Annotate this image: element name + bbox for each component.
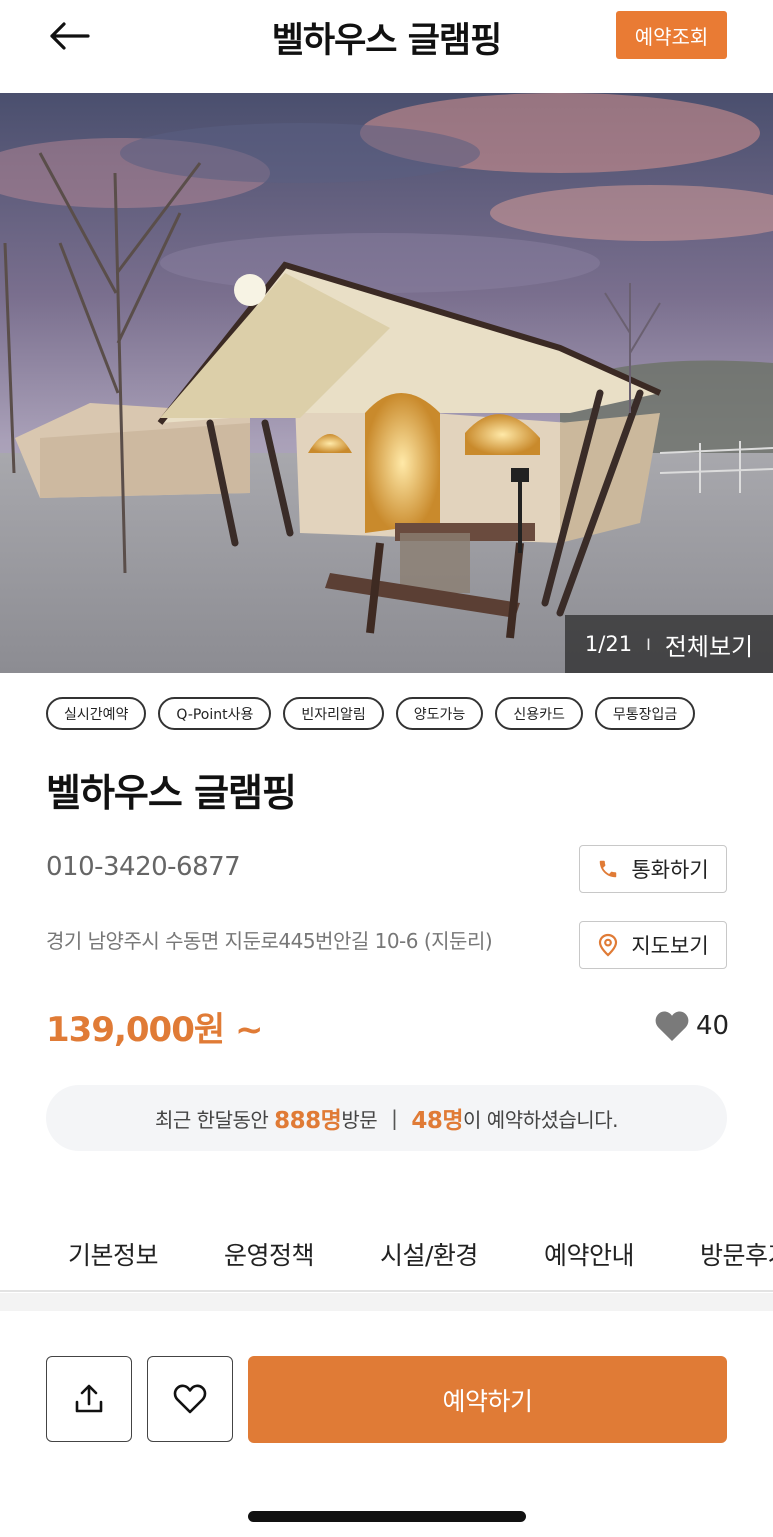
tag-qpoint: Q-Point사용 (158, 697, 272, 730)
tag-vacancy-alert: 빈자리알림 (283, 697, 384, 730)
detail-tabs: 기본정보 운영정책 시설/환경 예약안내 방문후기 (0, 1218, 773, 1292)
share-icon (75, 1384, 103, 1413)
book-now-button[interactable]: 예약하기 (248, 1356, 727, 1443)
tab-reviews[interactable]: 방문후기 (700, 1236, 773, 1272)
heart-outline-icon (173, 1384, 207, 1414)
phone-icon (600, 860, 617, 878)
book-suffix: 이 예약하셨습니다. (463, 1107, 618, 1132)
glamping-tent-photo (0, 93, 773, 673)
tab-operation-policy[interactable]: 운영정책 (224, 1236, 315, 1272)
tag-credit-card: 신용카드 (495, 697, 583, 730)
place-name: 벨하우스 글램핑 (46, 771, 297, 815)
share-button[interactable] (46, 1356, 132, 1442)
price: 139,000원 ~ (46, 1010, 263, 1050)
heart-filled-icon (655, 1011, 689, 1041)
call-button-label: 통화하기 (631, 858, 709, 882)
like-count[interactable]: 40 (654, 1010, 729, 1042)
call-button[interactable]: 통화하기 (579, 845, 727, 893)
booker-count: 48명 (411, 1108, 464, 1134)
visit-stats-banner: 최근 한달동안 888명 방문 | 48명 이 예약하셨습니다. (46, 1085, 727, 1151)
favorite-button[interactable] (147, 1356, 233, 1442)
visit-prefix: 최근 한달동안 (155, 1107, 269, 1132)
location-pin-icon (599, 933, 618, 957)
tag-realtime-booking: 실시간예약 (46, 697, 147, 730)
feature-tags: 실시간예약 Q-Point사용 빈자리알림 양도가능 신용카드 무통장입금 (46, 697, 696, 730)
reservation-lookup-button[interactable]: 예약조회 (616, 11, 727, 59)
tag-transferable: 양도가능 (395, 697, 484, 730)
home-indicator (248, 1511, 526, 1522)
tab-facilities[interactable]: 시설/환경 (380, 1236, 478, 1272)
address: 경기 남양주시 수동면 지둔로445번안길 10-6 (지둔리) (46, 929, 493, 953)
photo-counter[interactable]: 1/21 I 전체보기 (565, 615, 773, 673)
section-divider (0, 1293, 773, 1311)
phone-number: 010-3420-6877 (46, 852, 241, 882)
map-button-label: 지도보기 (631, 934, 709, 958)
tab-booking-guide[interactable]: 예약안내 (544, 1236, 635, 1272)
counter-divider: I (646, 634, 651, 654)
tab-basic-info[interactable]: 기본정보 (68, 1236, 159, 1272)
app-header: 벨하우스 글램핑 예약조회 (0, 0, 773, 92)
tag-bank-transfer: 무통장입금 (594, 697, 696, 730)
map-button[interactable]: 지도보기 (579, 921, 727, 969)
visit-suffix: 방문 (341, 1107, 378, 1132)
hero-photo[interactable]: 1/21 I 전체보기 (0, 93, 773, 673)
photo-index: 1/21 (584, 632, 633, 656)
visitor-count: 888명 (274, 1108, 342, 1134)
banner-divider: | (391, 1106, 398, 1130)
like-count-value: 40 (696, 1011, 730, 1041)
view-all-photos[interactable]: 전체보기 (665, 627, 753, 662)
